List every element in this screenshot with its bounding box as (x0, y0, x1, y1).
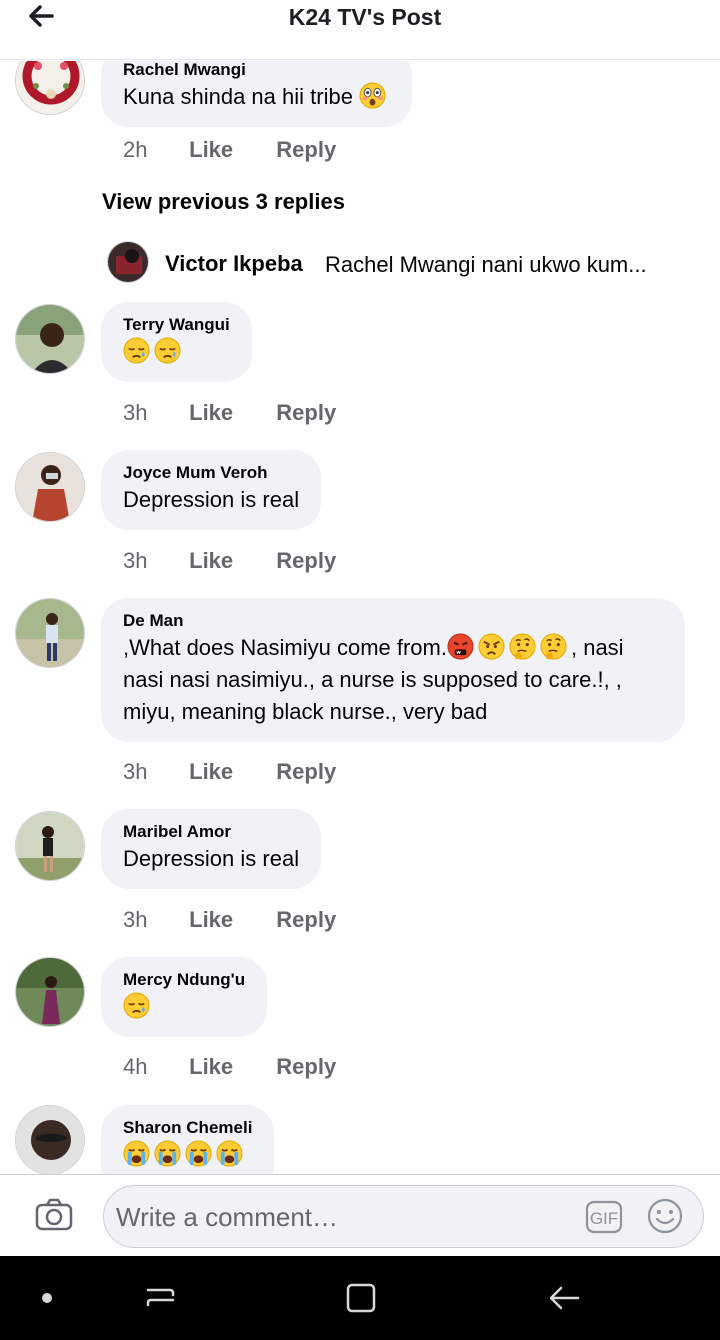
comment-author[interactable]: Sharon Chemeli (123, 1117, 252, 1139)
reply-button[interactable]: Reply (276, 546, 336, 576)
avatar[interactable] (15, 811, 85, 881)
comment-text: Depression is real (123, 487, 300, 512)
reply-text: Rachel Mwangi nani ukwo kum... (325, 252, 647, 277)
post-header: K24 TV's Post (0, 0, 720, 60)
astonished-face-emoji (359, 82, 386, 109)
thinking-face-emoji (509, 633, 536, 660)
smiley-icon (647, 1198, 683, 1234)
home-square-icon (346, 1283, 376, 1313)
comment-text (123, 991, 245, 1023)
system-back-button[interactable] (544, 1278, 584, 1318)
comment-time: 2h (123, 137, 148, 162)
comment-author[interactable]: Mercy Ndung'u (123, 969, 245, 991)
system-nav-bar (0, 1256, 720, 1340)
recent-apps-icon (146, 1288, 175, 1307)
reply-button[interactable]: Reply (276, 905, 336, 935)
comment-author[interactable]: Maribel Amor (123, 821, 299, 843)
comment-text-content: Kuna shinda na hii tribe (123, 84, 353, 109)
recent-apps-button[interactable] (140, 1278, 180, 1318)
comment-time: 3h (123, 548, 148, 573)
comment-bubble[interactable]: Mercy Ndung'u (101, 957, 268, 1037)
avatar[interactable] (15, 957, 85, 1027)
like-button[interactable]: Like (189, 905, 233, 935)
gif-button[interactable]: GIF (585, 1199, 623, 1235)
comment-text: Depression is real (123, 846, 300, 871)
comment-text-line: ,What does Nasimiyu come from. (123, 635, 447, 660)
like-button[interactable]: Like (189, 398, 233, 428)
comment-composer: GIF (0, 1174, 720, 1256)
like-button[interactable]: Like (189, 135, 233, 165)
comment-actions: 2h Like Reply (123, 135, 373, 165)
comment-time: 4h (123, 1054, 148, 1079)
reply-button[interactable]: Reply (276, 398, 336, 428)
comment-text-line: nasi nasi nasimiyu., a nurse is supposed… (123, 667, 622, 692)
comment-actions: 3h Like Reply (123, 757, 373, 787)
reply-button[interactable]: Reply (276, 1052, 336, 1082)
gif-icon: GIF (585, 1200, 623, 1234)
reply-author[interactable]: Victor Ikpeba (165, 251, 303, 277)
loudly-crying-face-emoji (123, 1140, 150, 1167)
comment-text (123, 1139, 252, 1171)
comment-actions: 3h Like Reply (123, 905, 373, 935)
thinking-face-emoji (540, 633, 567, 660)
page-title: K24 TV's Post (288, 4, 442, 30)
dot-button[interactable] (27, 1278, 67, 1318)
comment-author[interactable]: Joyce Mum Veroh (123, 462, 299, 484)
avatar[interactable] (15, 1105, 85, 1174)
comment-author[interactable]: Rachel Mwangi (123, 61, 390, 81)
comments-feed[interactable]: Rachel Mwangi Kuna shinda na hii tribe 2… (0, 61, 720, 1174)
back-arrow-icon (549, 1286, 580, 1310)
like-button[interactable]: Like (189, 1052, 233, 1082)
like-button[interactable]: Like (189, 546, 233, 576)
comment-text (123, 336, 230, 368)
home-button[interactable] (341, 1278, 381, 1318)
comment-time: 3h (123, 759, 148, 784)
comment-bubble[interactable]: Joyce Mum Veroh Depression is real (101, 450, 322, 530)
avatar[interactable] (15, 598, 85, 668)
comment-bubble[interactable]: Rachel Mwangi Kuna shinda na hii tribe (101, 61, 413, 127)
sleepy-face-emoji (154, 337, 181, 364)
sleepy-face-emoji (123, 337, 150, 364)
avatar[interactable] (15, 304, 85, 374)
comment-actions: 3h Like Reply (123, 398, 373, 428)
comment-bubble[interactable]: De Man ,What does Nasimiyu come from. , n… (101, 598, 685, 742)
reply-preview[interactable]: Victor Ikpeba Rachel Mwangi nani ukwo ku… (107, 241, 707, 285)
sleepy-face-emoji (123, 992, 150, 1019)
comment-input-box[interactable]: GIF (103, 1185, 704, 1248)
comment-time: 3h (123, 400, 148, 425)
comment-actions: 4h Like Reply (123, 1052, 373, 1082)
comment-bubble[interactable]: Maribel Amor Depression is real (101, 809, 322, 889)
comment-input[interactable] (116, 1198, 576, 1236)
angry-face-emoji (478, 633, 505, 660)
reply-button[interactable]: Reply (276, 757, 336, 787)
comment-text-line: , nasi (570, 635, 624, 660)
comment-time: 3h (123, 907, 148, 932)
avatar[interactable] (15, 452, 85, 522)
camera-icon (35, 1198, 73, 1231)
face-with-symbols-emoji (447, 633, 474, 660)
gif-label: GIF (590, 1209, 618, 1228)
comment-author[interactable]: De Man (123, 610, 663, 632)
avatar[interactable] (15, 61, 85, 115)
emoji-button[interactable] (646, 1197, 684, 1235)
avatar[interactable] (107, 241, 149, 283)
comment-bubble[interactable]: Terry Wangui (101, 302, 252, 382)
like-button[interactable]: Like (189, 757, 233, 787)
loudly-crying-face-emoji (154, 1140, 181, 1167)
view-previous-replies-link[interactable]: View previous 3 replies (102, 189, 345, 215)
comment-text: Kuna shinda na hii tribe (123, 81, 390, 113)
loudly-crying-face-emoji (216, 1140, 243, 1167)
comment-text: ,What does Nasimiyu come from. , nasi nas… (123, 632, 663, 728)
comment-author[interactable]: Terry Wangui (123, 314, 230, 336)
camera-button[interactable] (34, 1197, 74, 1233)
loudly-crying-face-emoji (185, 1140, 212, 1167)
reply-button[interactable]: Reply (276, 135, 336, 165)
dot-icon (42, 1293, 52, 1303)
comment-actions: 3h Like Reply (123, 546, 373, 576)
comment-bubble[interactable]: Sharon Chemeli (101, 1105, 275, 1174)
comment-text-line: miyu, meaning black nurse., very bad (123, 699, 488, 724)
